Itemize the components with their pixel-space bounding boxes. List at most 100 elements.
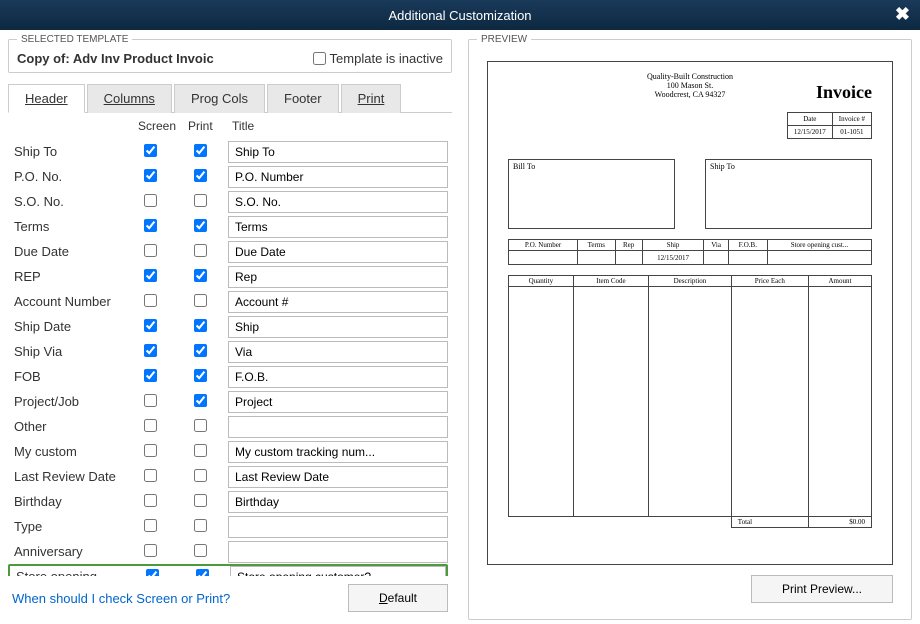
preview-legend: PREVIEW [477, 34, 531, 45]
print-preview-button[interactable]: Print Preview... [751, 575, 893, 603]
title-input[interactable] [228, 491, 448, 513]
field-row: Account Number [8, 289, 448, 314]
field-label: Due Date [8, 244, 138, 259]
field-label: Store opening [10, 569, 140, 576]
field-label: Other [8, 419, 138, 434]
template-inactive-checkbox[interactable] [313, 52, 326, 65]
print-checkbox[interactable] [194, 194, 207, 207]
title-input[interactable] [228, 316, 448, 338]
print-checkbox[interactable] [194, 244, 207, 257]
print-checkbox[interactable] [194, 519, 207, 532]
print-checkbox[interactable] [194, 344, 207, 357]
field-row: Last Review Date [8, 464, 448, 489]
title-input[interactable] [228, 241, 448, 263]
field-row: Terms [8, 214, 448, 239]
field-row: FOB [8, 364, 448, 389]
close-icon[interactable]: ✖ [895, 4, 910, 25]
tab-prog-cols[interactable]: Prog Cols [174, 84, 265, 113]
title-input[interactable] [228, 266, 448, 288]
tab-footer[interactable]: Footer [267, 84, 339, 113]
default-button[interactable]: Default [348, 584, 448, 612]
print-checkbox[interactable] [194, 219, 207, 232]
field-label: Terms [8, 219, 138, 234]
field-label: Ship To [8, 144, 138, 159]
shipto-block: Ship To [705, 159, 872, 229]
print-checkbox[interactable] [194, 319, 207, 332]
screen-checkbox[interactable] [144, 544, 157, 557]
title-input[interactable] [228, 141, 448, 163]
title-input[interactable] [228, 341, 448, 363]
print-checkbox[interactable] [194, 419, 207, 432]
title-input[interactable] [228, 541, 448, 563]
screen-checkbox[interactable] [144, 369, 157, 382]
invoice-title: Invoice [816, 82, 872, 103]
field-row: Type [8, 514, 448, 539]
selected-template-group: SELECTED TEMPLATE Copy of: Adv Inv Produ… [8, 34, 452, 73]
window-title: Additional Customization [388, 8, 531, 23]
field-label: Account Number [8, 294, 138, 309]
screen-checkbox[interactable] [144, 469, 157, 482]
fields-scroll[interactable]: Screen Print Title Ship ToP.O. No.S.O. N… [8, 113, 452, 576]
title-input[interactable] [228, 516, 448, 538]
screen-checkbox[interactable] [144, 319, 157, 332]
title-input[interactable] [228, 391, 448, 413]
print-checkbox[interactable] [194, 544, 207, 557]
screen-checkbox[interactable] [144, 219, 157, 232]
screen-checkbox[interactable] [144, 444, 157, 457]
field-row: P.O. No. [8, 164, 448, 189]
title-input[interactable] [228, 466, 448, 488]
field-label: P.O. No. [8, 169, 138, 184]
screen-checkbox[interactable] [144, 494, 157, 507]
screen-checkbox[interactable] [144, 419, 157, 432]
print-checkbox[interactable] [194, 169, 207, 182]
field-row: My custom [8, 439, 448, 464]
screen-checkbox[interactable] [144, 269, 157, 282]
field-label: Birthday [8, 494, 138, 509]
screen-checkbox[interactable] [144, 169, 157, 182]
field-row: Ship Date [8, 314, 448, 339]
title-input[interactable] [228, 191, 448, 213]
title-input[interactable] [228, 441, 448, 463]
help-link[interactable]: When should I check Screen or Print? [12, 591, 230, 606]
screen-checkbox[interactable] [144, 394, 157, 407]
print-checkbox[interactable] [194, 469, 207, 482]
company-name: Quality-Built Construction [488, 72, 892, 81]
field-row: S.O. No. [8, 189, 448, 214]
title-input[interactable] [228, 166, 448, 188]
title-input[interactable] [228, 291, 448, 313]
selected-template-legend: SELECTED TEMPLATE [17, 34, 132, 45]
title-input[interactable] [228, 416, 448, 438]
title-input[interactable] [228, 216, 448, 238]
tab-print[interactable]: Print [341, 84, 402, 113]
screen-checkbox[interactable] [144, 344, 157, 357]
field-label: My custom [8, 444, 138, 459]
screen-checkbox[interactable] [144, 519, 157, 532]
tab-columns[interactable]: Columns [87, 84, 172, 113]
screen-checkbox[interactable] [144, 294, 157, 307]
print-checkbox[interactable] [194, 494, 207, 507]
print-checkbox[interactable] [194, 269, 207, 282]
field-label: S.O. No. [8, 194, 138, 209]
items-table: QuantityItem CodeDescriptionPrice EachAm… [508, 275, 872, 528]
print-checkbox[interactable] [196, 569, 209, 577]
title-input[interactable] [230, 566, 446, 577]
print-checkbox[interactable] [194, 444, 207, 457]
field-label: FOB [8, 369, 138, 384]
field-label: Type [8, 519, 138, 534]
template-inactive-label[interactable]: Template is inactive [307, 51, 443, 66]
tab-header[interactable]: Header [8, 84, 85, 113]
field-row: Project/Job [8, 389, 448, 414]
screen-checkbox[interactable] [144, 144, 157, 157]
field-row: Due Date [8, 239, 448, 264]
screen-checkbox[interactable] [144, 194, 157, 207]
title-input[interactable] [228, 366, 448, 388]
print-checkbox[interactable] [194, 294, 207, 307]
screen-checkbox[interactable] [146, 569, 159, 577]
print-checkbox[interactable] [194, 394, 207, 407]
print-checkbox[interactable] [194, 369, 207, 382]
screen-checkbox[interactable] [144, 244, 157, 257]
print-checkbox[interactable] [194, 144, 207, 157]
field-label: Last Review Date [8, 469, 138, 484]
field-row: Ship Via [8, 339, 448, 364]
titlebar: Additional Customization ✖ [0, 0, 920, 30]
